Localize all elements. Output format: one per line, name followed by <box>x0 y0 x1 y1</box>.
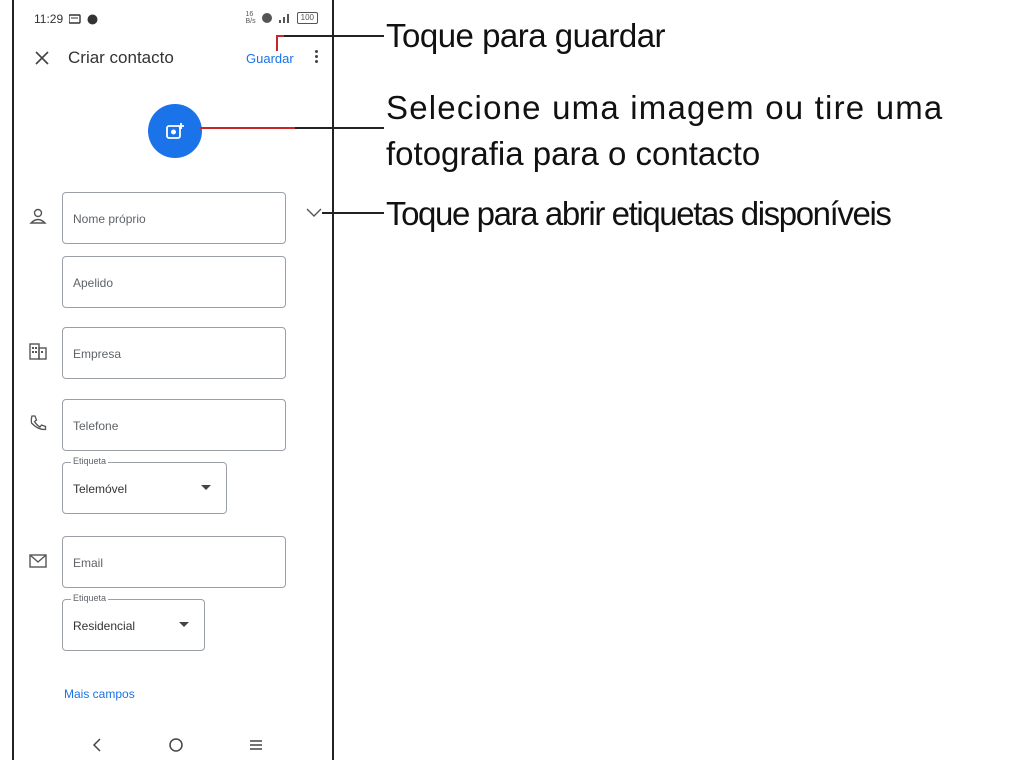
dropdown-arrow-icon <box>179 622 189 627</box>
email-field[interactable]: Email <box>62 536 286 588</box>
alarm-icon <box>261 13 272 23</box>
first-name-field[interactable]: Nome próprio <box>62 192 286 244</box>
labels-callout: Toque para abrir etiquetas disponíveis <box>386 195 892 232</box>
phone-label-value: Telemóvel <box>73 482 128 496</box>
last-name-field[interactable]: Apelido <box>62 256 286 308</box>
network-speed: 16 B/s <box>245 11 256 25</box>
save-callout: Toque para guardar <box>386 17 666 54</box>
add-photo-icon <box>166 123 184 139</box>
photo-callout-line <box>200 127 295 129</box>
status-icons: 16 B/s 100 <box>246 11 318 25</box>
phone-icon <box>30 415 47 431</box>
more-options-icon[interactable] <box>310 48 322 68</box>
phone-label-caption: Etiqueta <box>71 456 109 466</box>
back-nav-icon[interactable] <box>88 736 108 754</box>
email-label-value: Residencial <box>73 619 136 633</box>
email-label-caption: Etiqueta <box>71 593 109 603</box>
page-title: Criar contacto <box>68 48 174 67</box>
building-icon <box>29 343 47 360</box>
dropdown-arrow-icon <box>201 485 211 490</box>
email-icon <box>29 554 47 568</box>
add-photo-button[interactable] <box>148 104 202 158</box>
phone-screen: 11:29 16 B/s 100 Criar contacto Guardar N… <box>12 0 334 760</box>
notification-icon <box>69 14 81 24</box>
home-nav-icon[interactable] <box>166 736 186 754</box>
battery-icon: 100 <box>296 12 318 24</box>
person-icon <box>29 208 47 224</box>
photo-callout-line <box>295 127 384 129</box>
photo-callout-line1: Selecione uma imagem ou tire uma <box>386 89 944 126</box>
recents-nav-icon[interactable] <box>246 736 266 754</box>
email-label-select[interactable]: Etiqueta Residencial <box>62 593 205 651</box>
phone-label-select[interactable]: Etiqueta Telemóvel <box>62 456 227 514</box>
save-callout-line <box>276 36 278 51</box>
more-fields-link[interactable]: Mais campos <box>64 687 135 701</box>
save-callout-line <box>284 35 384 37</box>
close-icon[interactable] <box>30 46 54 70</box>
labels-callout-line <box>322 212 384 214</box>
save-callout-line <box>276 35 284 37</box>
phone-field[interactable]: Telefone <box>62 399 286 451</box>
status-bar: 11:29 <box>34 12 98 26</box>
photo-callout-line2: fotografia para o contacto <box>386 135 761 172</box>
save-button[interactable]: Guardar <box>246 51 294 66</box>
company-field[interactable]: Empresa <box>62 327 286 379</box>
status-time: 11:29 <box>34 12 64 26</box>
app-notification-icon <box>87 14 98 24</box>
signal-icon <box>278 14 289 23</box>
chevron-down-icon[interactable] <box>306 208 322 218</box>
